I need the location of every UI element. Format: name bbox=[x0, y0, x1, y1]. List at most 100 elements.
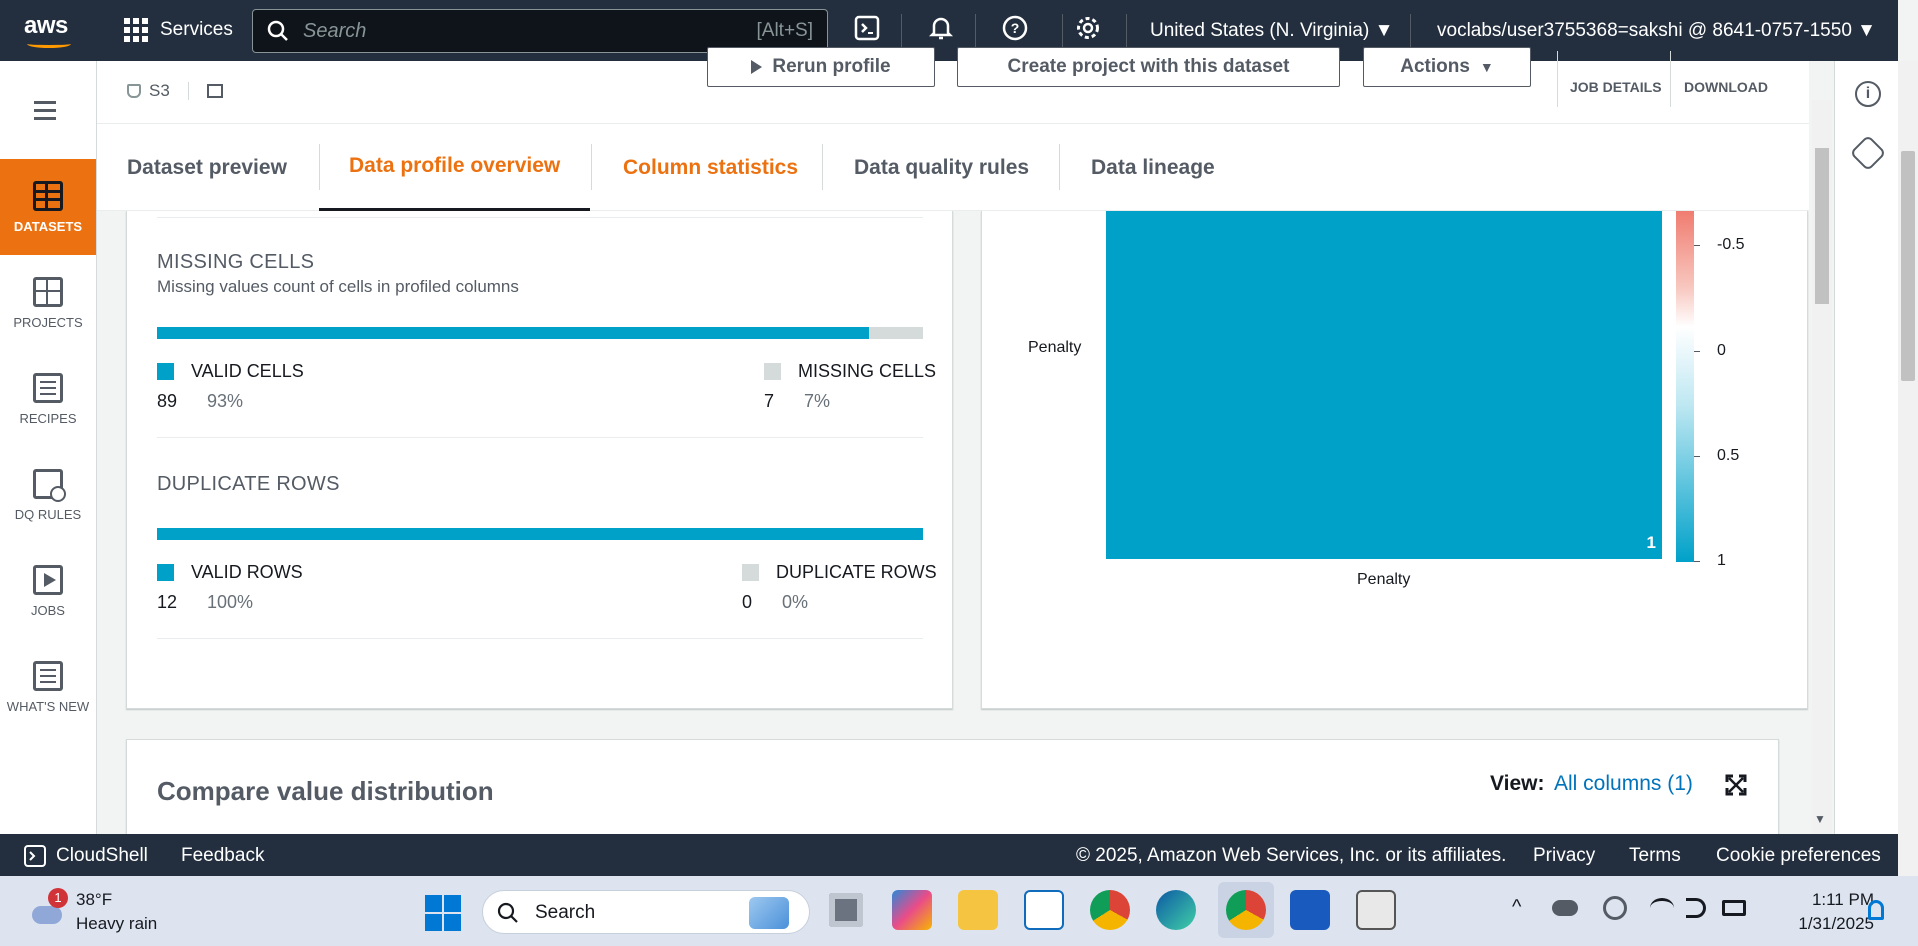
task-view-icon[interactable] bbox=[826, 890, 866, 930]
cloudshell-button[interactable]: CloudShell bbox=[24, 845, 148, 867]
rail-item-label: PROJECTS bbox=[13, 315, 83, 330]
job-details-button[interactable]: JOB DETAILS bbox=[1570, 79, 1662, 95]
top-navigation-bar: aws Services Search [Alt+S] ? United Sta… bbox=[0, 0, 1898, 61]
edge-icon[interactable] bbox=[1156, 890, 1196, 930]
services-menu-button[interactable]: Services bbox=[124, 18, 233, 42]
caret-down-icon: ▼ bbox=[1479, 59, 1494, 75]
heatmap-cell[interactable]: 1 bbox=[1106, 211, 1662, 559]
cloudshell-label: CloudShell bbox=[56, 845, 148, 866]
table-icon bbox=[33, 181, 63, 211]
info-icon[interactable]: i bbox=[1855, 81, 1881, 107]
hamburger-menu-icon[interactable] bbox=[34, 101, 56, 120]
weather-temp: 38°F bbox=[76, 890, 113, 909]
scale-tick-label: -0.5 bbox=[1717, 236, 1745, 253]
page-scrollbar-thumb[interactable] bbox=[1901, 151, 1915, 381]
duplicate-rows-swatch bbox=[742, 564, 759, 581]
scroll-down-arrow-icon[interactable]: ▼ bbox=[1814, 812, 1826, 826]
view-label: View: bbox=[1490, 772, 1545, 795]
file-explorer-icon[interactable] bbox=[958, 890, 998, 930]
feedback-link[interactable]: Feedback bbox=[181, 845, 264, 867]
rail-item-recipes[interactable]: RECIPES bbox=[0, 351, 96, 447]
tab-bar: Dataset preview Data profile overview Co… bbox=[97, 124, 1809, 211]
onedrive-icon[interactable] bbox=[1552, 900, 1578, 916]
content-scrollbar[interactable] bbox=[1812, 100, 1832, 834]
divider bbox=[157, 217, 923, 218]
rail-item-label: DATASETS bbox=[13, 219, 83, 234]
actions-dropdown[interactable]: Actions ▼ bbox=[1363, 47, 1531, 87]
caret-down-icon: ▼ bbox=[1374, 20, 1394, 41]
clock-date[interactable]: 1/31/2025 bbox=[1770, 914, 1874, 934]
create-project-button[interactable]: Create project with this dataset bbox=[957, 47, 1340, 87]
rail-item-dq-rules[interactable]: DQ RULES bbox=[0, 447, 96, 543]
services-label: Services bbox=[160, 19, 233, 40]
snipping-tool-icon[interactable] bbox=[1356, 890, 1396, 930]
correlation-card: Penalty 1 Penalty -0.5 0 0.5 1 bbox=[981, 211, 1808, 709]
wifi-icon[interactable] bbox=[1650, 898, 1674, 918]
divider bbox=[1557, 51, 1558, 107]
search-placeholder: Search bbox=[303, 19, 367, 42]
copilot-icon[interactable] bbox=[892, 890, 932, 930]
tab-column-statistics[interactable]: Column statistics bbox=[593, 124, 828, 211]
tab-data-lineage[interactable]: Data lineage bbox=[1061, 124, 1245, 211]
scale-tick-label: 1 bbox=[1717, 552, 1726, 569]
cookie-preferences-link[interactable]: Cookie preferences bbox=[1716, 845, 1881, 867]
weather-icon[interactable]: 1 bbox=[28, 888, 68, 928]
aws-logo[interactable]: aws bbox=[24, 12, 68, 40]
volume-icon[interactable] bbox=[1686, 898, 1706, 918]
taskbar-search[interactable]: Search bbox=[482, 890, 810, 934]
caret-down-icon: ▼ bbox=[1857, 20, 1876, 41]
bucket-icon bbox=[127, 84, 141, 98]
svg-text:?: ? bbox=[1011, 20, 1020, 36]
tab-data-profile-overview[interactable]: Data profile overview bbox=[319, 124, 591, 211]
rerun-profile-button[interactable]: Rerun profile bbox=[707, 47, 935, 87]
clipboard-check-icon bbox=[33, 469, 66, 502]
play-icon bbox=[33, 565, 63, 595]
help-icon[interactable]: ? bbox=[1000, 15, 1030, 45]
cloudshell-icon[interactable] bbox=[852, 15, 882, 45]
word-icon[interactable] bbox=[1290, 890, 1330, 930]
rail-item-label: DQ RULES bbox=[14, 507, 82, 522]
rail-item-datasets[interactable]: DATASETS bbox=[0, 159, 96, 255]
search-highlight-icon bbox=[749, 897, 789, 929]
privacy-link[interactable]: Privacy bbox=[1533, 845, 1595, 867]
download-button[interactable]: DOWNLOAD bbox=[1684, 79, 1768, 95]
chrome-icon[interactable] bbox=[1090, 890, 1130, 930]
hexagon-icon[interactable] bbox=[1849, 134, 1887, 172]
rail-item-jobs[interactable]: JOBS bbox=[0, 543, 96, 639]
notification-bell-icon[interactable] bbox=[1868, 900, 1884, 920]
content-scrollbar-thumb[interactable] bbox=[1815, 148, 1829, 304]
bell-icon[interactable] bbox=[926, 15, 956, 45]
expand-icon[interactable] bbox=[1725, 774, 1747, 801]
tab-dataset-preview[interactable]: Dataset preview bbox=[97, 124, 317, 211]
rail-item-projects[interactable]: PROJECTS bbox=[0, 255, 96, 351]
tab-data-quality-rules[interactable]: Data quality rules bbox=[824, 124, 1059, 211]
missing-cells-count: 7 bbox=[764, 391, 775, 411]
view-columns-link[interactable]: All columns (1) bbox=[1554, 772, 1693, 796]
battery-icon[interactable] bbox=[1722, 900, 1746, 916]
page-scrollbar[interactable] bbox=[1898, 61, 1918, 876]
missing-cells-label: MISSING CELLS bbox=[798, 361, 937, 381]
region-label: United States (N. Virginia) bbox=[1150, 20, 1370, 41]
actions-label: Actions bbox=[1400, 56, 1470, 77]
windows-start-icon[interactable] bbox=[425, 895, 461, 931]
account-menu[interactable]: voclabs/user3755368=sakshi @ 8641-0757-1… bbox=[1437, 20, 1876, 42]
sync-icon[interactable] bbox=[1603, 896, 1627, 920]
search-icon bbox=[497, 902, 518, 923]
valid-cells-count: 89 bbox=[157, 391, 178, 411]
terms-link[interactable]: Terms bbox=[1629, 845, 1681, 867]
cloudshell-icon bbox=[24, 845, 46, 867]
region-selector[interactable]: United States (N. Virginia) ▼ bbox=[1150, 20, 1393, 42]
missing-cells-percent: 7% bbox=[804, 391, 831, 411]
rail-item-whats-new[interactable]: WHAT'S NEW bbox=[0, 639, 96, 735]
duplicate-rows-title: DUPLICATE ROWS bbox=[157, 473, 340, 495]
nav-divider bbox=[975, 14, 976, 47]
gear-icon[interactable] bbox=[1073, 15, 1103, 45]
compare-distribution-card: Compare value distribution View: All col… bbox=[126, 739, 1779, 839]
clock-time[interactable]: 1:11 PM bbox=[1774, 890, 1874, 910]
play-icon bbox=[751, 60, 763, 74]
chevron-up-icon[interactable]: ^ bbox=[1512, 896, 1521, 919]
table-icon[interactable] bbox=[206, 84, 223, 98]
microsoft-store-icon[interactable] bbox=[1024, 890, 1064, 930]
divider bbox=[157, 437, 923, 438]
chrome-profile-icon[interactable] bbox=[1226, 890, 1266, 930]
